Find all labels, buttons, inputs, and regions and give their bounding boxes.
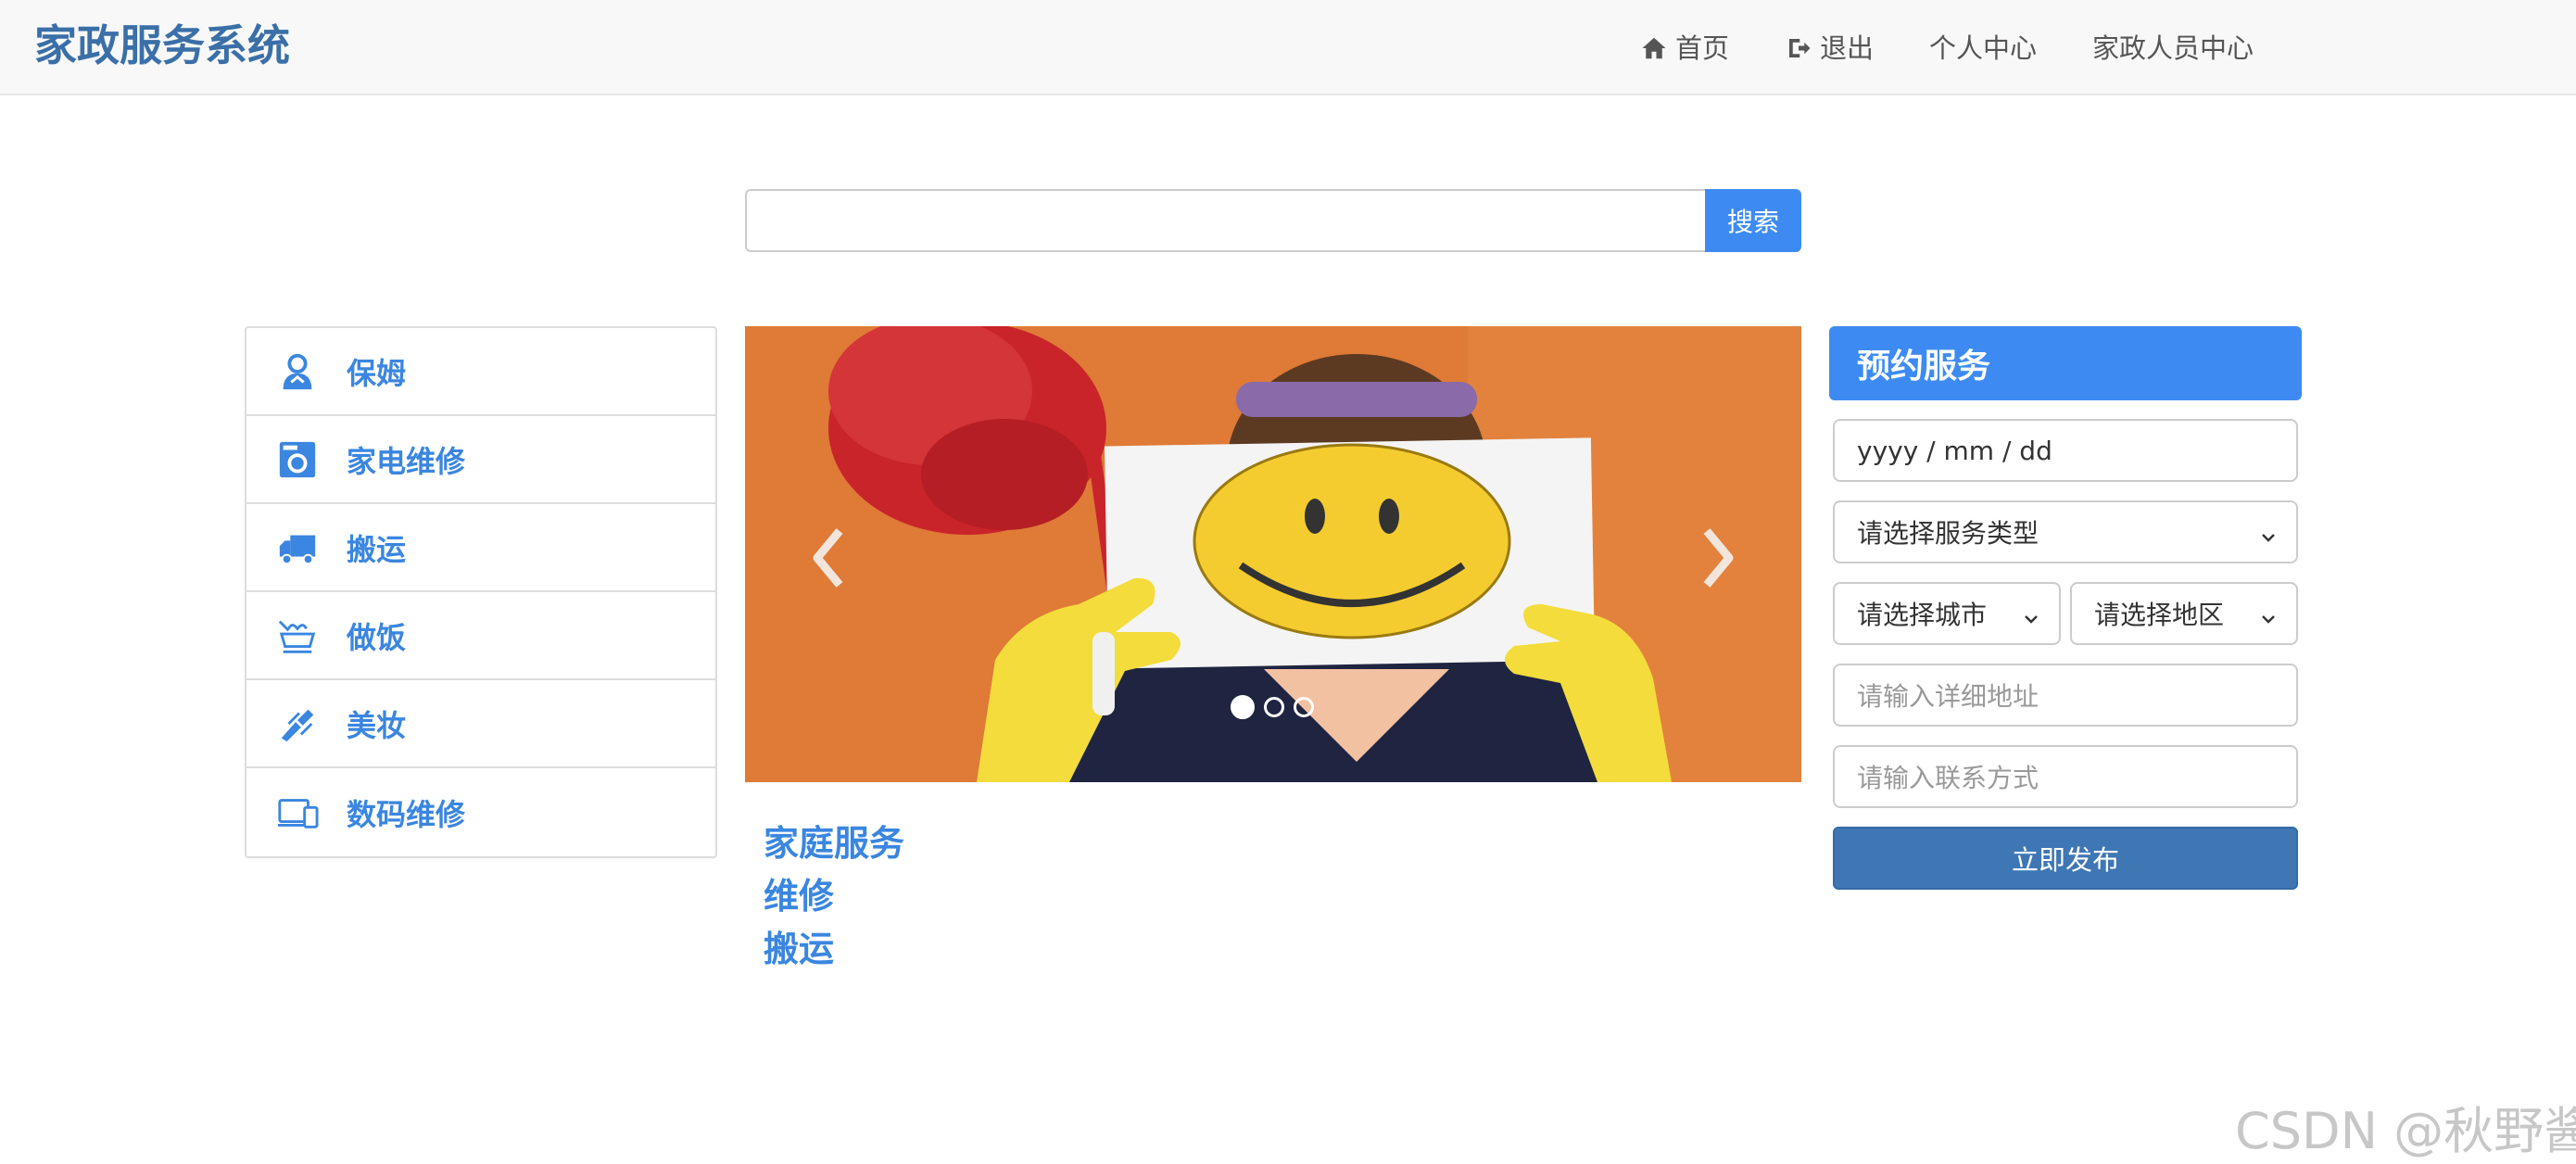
nav-staff-center-link[interactable]: 家政人员中心	[2092, 26, 2254, 70]
address-input-placeholder: 请输入详细地址	[1857, 681, 2039, 712]
service-type-select[interactable]: 请选择服务类型	[1833, 500, 2298, 563]
sidebar-item-label: 美妆	[347, 707, 407, 743]
nav-staff-center-label: 家政人员中心	[2092, 32, 2254, 64]
district-select-value: 请选择地区	[2094, 600, 2225, 630]
nav-logout-link[interactable]: 退出	[1785, 26, 1874, 70]
csdn-watermark: CSDN @秋野酱	[2235, 1102, 2576, 1160]
washing-machine-icon	[276, 438, 319, 481]
nav-logout-label: 退出	[1820, 32, 1875, 64]
devices-icon	[276, 791, 319, 834]
makeup-brush-icon	[276, 702, 319, 745]
category-link-home-service[interactable]: 家庭服务	[764, 817, 904, 870]
nanny-icon	[276, 350, 319, 393]
district-select[interactable]: 请选择地区	[2070, 582, 2298, 645]
nav-home-label: 首页	[1675, 32, 1730, 64]
chevron-down-icon	[2022, 604, 2040, 624]
sidebar-item-makeup[interactable]: 美妆	[246, 680, 715, 768]
carousel-indicators	[1231, 695, 1323, 719]
category-links: 家庭服务 维修 搬运	[764, 817, 904, 976]
sidebar-item-label: 做饭	[347, 619, 407, 655]
category-link-repair[interactable]: 维修	[764, 870, 904, 923]
service-type-value: 请选择服务类型	[1857, 518, 2039, 549]
carousel-indicator-1[interactable]	[1231, 695, 1255, 719]
nav-personal-center-label: 个人中心	[1929, 32, 2038, 64]
service-category-sidebar: 保姆 家电维修 搬运 做饭 美妆 数码维修	[245, 326, 717, 858]
chevron-right-icon	[1703, 528, 1734, 588]
sidebar-item-appliance-repair[interactable]: 家电维修	[246, 416, 715, 504]
publish-button[interactable]: 立即发布	[1833, 827, 2298, 890]
chevron-left-icon	[813, 528, 843, 588]
top-navbar: 家政服务系统 首页 退出 个人中心 家政人员中心	[0, 0, 2576, 95]
sidebar-item-nanny[interactable]: 保姆	[246, 328, 715, 416]
date-input[interactable]: yyyy / mm / dd	[1833, 419, 2298, 482]
truck-icon	[276, 526, 319, 569]
sidebar-item-label: 保姆	[347, 355, 407, 391]
home-icon	[1640, 34, 1668, 62]
logout-icon	[1785, 34, 1812, 62]
city-select[interactable]: 请选择城市	[1833, 582, 2061, 645]
city-select-value: 请选择城市	[1857, 600, 1988, 630]
sidebar-item-label: 数码维修	[347, 796, 466, 832]
nav-personal-center-link[interactable]: 个人中心	[1929, 26, 2037, 70]
carousel-next-button[interactable]	[1681, 512, 1755, 604]
contact-input-placeholder: 请输入联系方式	[1857, 763, 2039, 793]
booking-panel-title: 预约服务	[1829, 326, 2302, 400]
brand-title[interactable]: 家政服务系统	[34, 17, 290, 74]
sidebar-item-moving[interactable]: 搬运	[246, 504, 715, 592]
date-input-value: yyyy / mm / dd	[1857, 435, 2052, 466]
nav-links: 首页 退出 个人中心 家政人员中心	[1640, 26, 2309, 70]
chevron-down-icon	[2259, 604, 2278, 624]
sidebar-item-label: 搬运	[347, 531, 407, 567]
contact-input[interactable]: 请输入联系方式	[1833, 745, 2298, 808]
search-button[interactable]: 搜索	[1705, 189, 1801, 252]
sidebar-item-digital-repair[interactable]: 数码维修	[246, 768, 715, 856]
carousel-indicator-2[interactable]	[1264, 697, 1284, 717]
carousel-indicator-3[interactable]	[1294, 697, 1314, 717]
nav-home-link[interactable]: 首页	[1640, 26, 1729, 70]
category-link-moving[interactable]: 搬运	[764, 923, 904, 976]
sidebar-item-cooking[interactable]: 做饭	[246, 592, 715, 680]
cooking-icon	[276, 614, 319, 657]
search-input[interactable]	[745, 189, 1707, 252]
address-input[interactable]: 请输入详细地址	[1833, 664, 2298, 727]
carousel-prev-button[interactable]	[791, 512, 865, 604]
chevron-down-icon	[2259, 523, 2278, 542]
sidebar-item-label: 家电维修	[347, 443, 466, 479]
image-carousel[interactable]	[745, 326, 1801, 782]
